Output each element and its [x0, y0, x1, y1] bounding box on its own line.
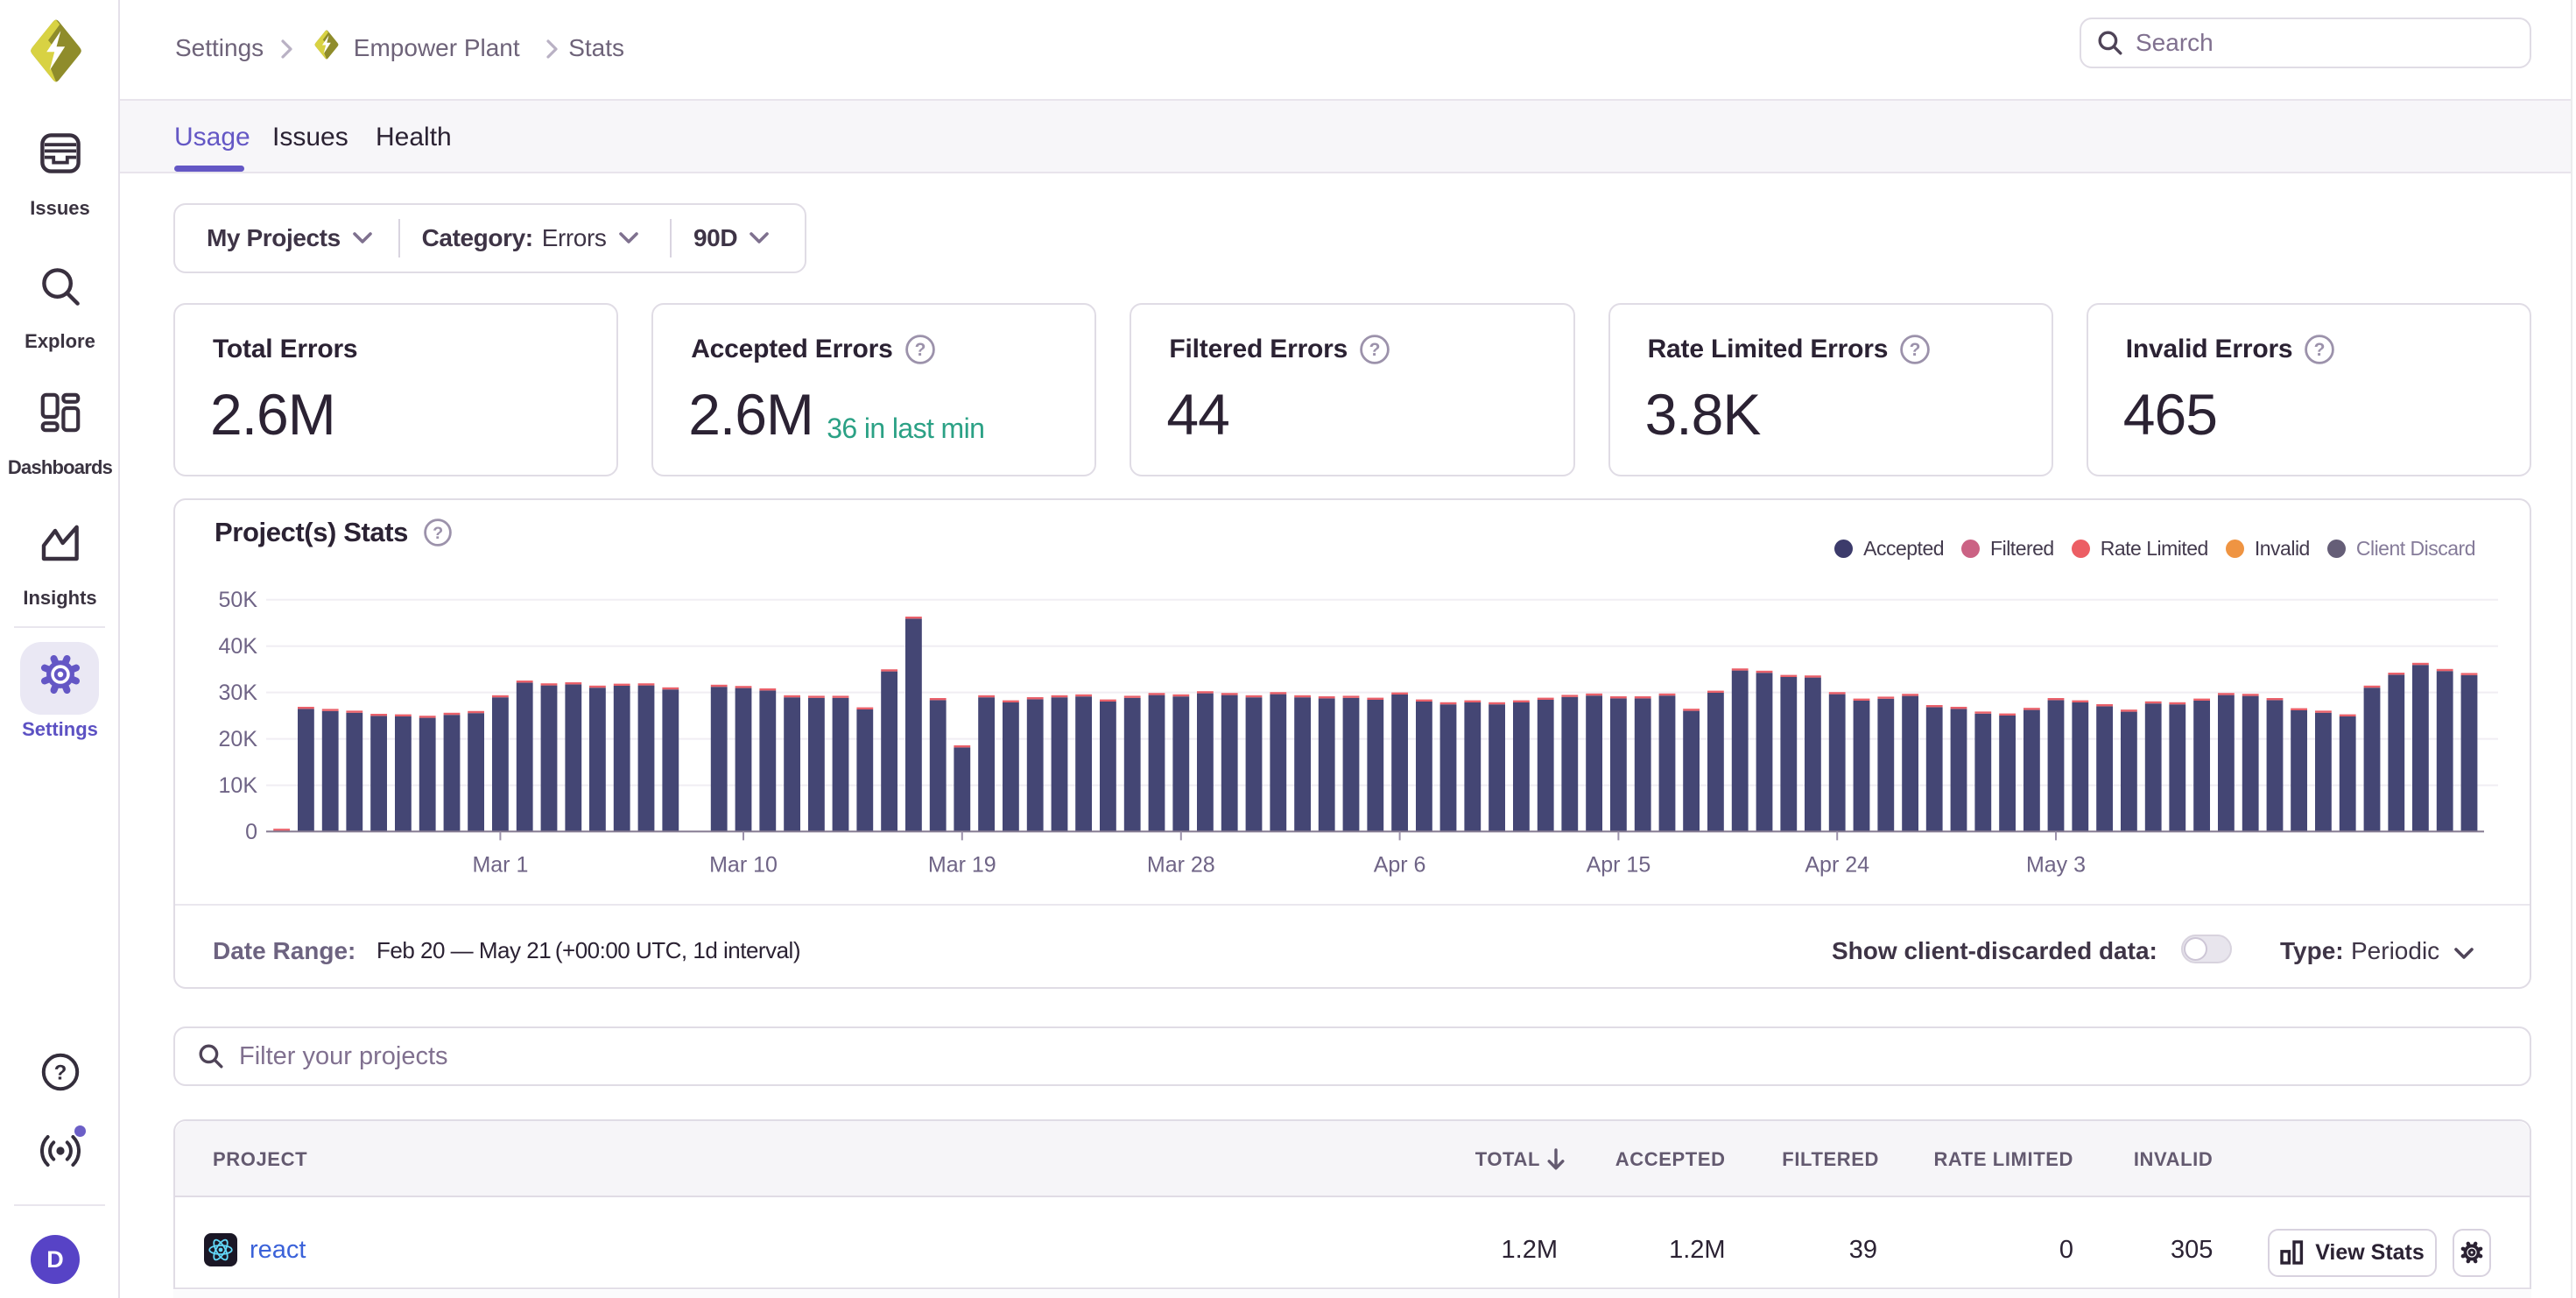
svg-text:Mar 28: Mar 28 [1147, 852, 1215, 877]
svg-text:Apr 24: Apr 24 [1805, 852, 1869, 877]
svg-text:20K: 20K [219, 727, 258, 751]
svg-text:?: ? [1910, 340, 1921, 360]
svg-text:Mar 10: Mar 10 [709, 852, 778, 877]
svg-text:40K: 40K [219, 634, 258, 659]
svg-text:?: ? [1369, 340, 1381, 360]
svg-text:30K: 30K [219, 681, 258, 705]
svg-text:May 3: May 3 [2026, 852, 2086, 877]
svg-text:?: ? [2314, 340, 2326, 360]
svg-text:50K: 50K [219, 588, 258, 612]
svg-text:10K: 10K [219, 772, 258, 797]
svg-text:Apr 15: Apr 15 [1587, 852, 1651, 877]
svg-text:?: ? [914, 340, 926, 360]
svg-text:Mar 1: Mar 1 [472, 852, 528, 877]
svg-text:Mar 19: Mar 19 [928, 852, 996, 877]
svg-text:0: 0 [245, 819, 257, 843]
svg-text:Apr 6: Apr 6 [1374, 852, 1426, 877]
svg-text:?: ? [53, 1061, 67, 1084]
